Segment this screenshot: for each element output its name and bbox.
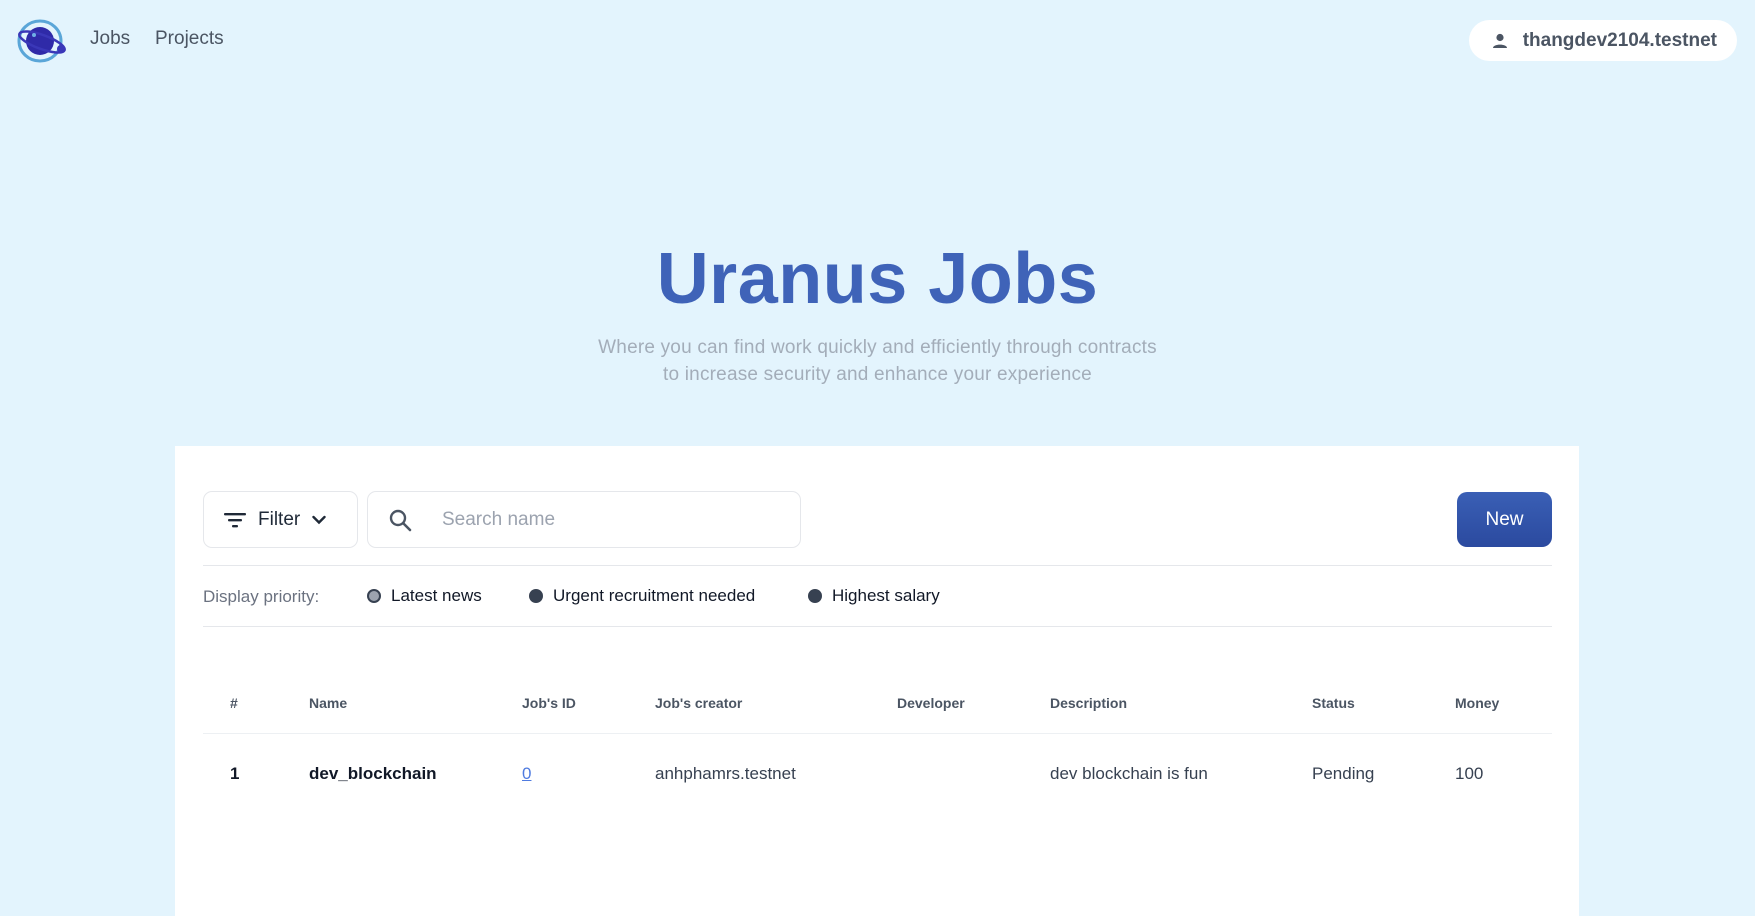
chevron-down-icon: [312, 515, 326, 524]
radio-selected-icon: [367, 589, 381, 603]
priority-option-label: Urgent recruitment needed: [553, 586, 756, 605]
job-status: Pending: [1312, 764, 1375, 783]
priority-option-label: Latest news: [391, 586, 482, 605]
page-title: Uranus Jobs: [656, 239, 1099, 319]
column-header-money: Money: [1455, 695, 1500, 711]
display-priority-label: Display priority:: [203, 587, 320, 606]
page-subtitle-line-2: to increase security and enhance your ex…: [663, 364, 1092, 385]
nav-link-projects[interactable]: Projects: [155, 28, 224, 50]
column-header-status: Status: [1312, 695, 1355, 711]
column-header-developer: Developer: [897, 695, 965, 711]
jobs-panel: Filter New Display priority: Latest news…: [175, 446, 1579, 916]
account-button[interactable]: thangdev2104.testnet: [1468, 20, 1737, 61]
priority-option-urgent-recruitment[interactable]: Urgent recruitment needed: [529, 586, 755, 606]
job-name: dev_blockchain: [309, 764, 437, 783]
radio-icon: [529, 589, 543, 603]
filter-button[interactable]: Filter: [203, 491, 358, 548]
new-job-button[interactable]: New: [1457, 492, 1552, 547]
search-icon: [389, 509, 412, 531]
job-id-link[interactable]: 0: [522, 764, 531, 784]
row-number: 1: [230, 764, 240, 783]
priority-option-highest-salary[interactable]: Highest salary: [808, 586, 940, 606]
search-input[interactable]: [442, 508, 782, 531]
column-header-number: #: [230, 695, 238, 711]
top-navigation: Jobs Projects thangdev2104.testnet: [0, 0, 1755, 80]
nav-link-jobs[interactable]: Jobs: [90, 28, 130, 50]
priority-option-latest-news[interactable]: Latest news: [367, 586, 482, 606]
job-money: 100: [1455, 764, 1484, 783]
radio-icon: [808, 589, 822, 603]
priority-option-label: Highest salary: [832, 586, 940, 605]
search-box: [367, 491, 801, 548]
page-subtitle-line-1: Where you can find work quickly and effi…: [598, 337, 1157, 358]
user-icon: [1492, 33, 1507, 48]
job-creator: anhphamrs.testnet: [655, 764, 796, 783]
job-description: dev blockchain is fun: [1050, 764, 1208, 783]
planet-logo-icon[interactable]: [16, 18, 68, 64]
column-header-description: Description: [1050, 695, 1128, 711]
filter-label: Filter: [258, 508, 301, 530]
filter-icon: [224, 512, 246, 527]
column-header-job-creator: Job's creator: [655, 695, 743, 711]
column-header-job-id: Job's ID: [522, 695, 576, 711]
divider: [203, 565, 1552, 566]
account-name: thangdev2104.testnet: [1522, 29, 1717, 51]
table-divider: [203, 733, 1552, 734]
divider: [203, 626, 1552, 627]
column-header-name: Name: [309, 695, 348, 711]
